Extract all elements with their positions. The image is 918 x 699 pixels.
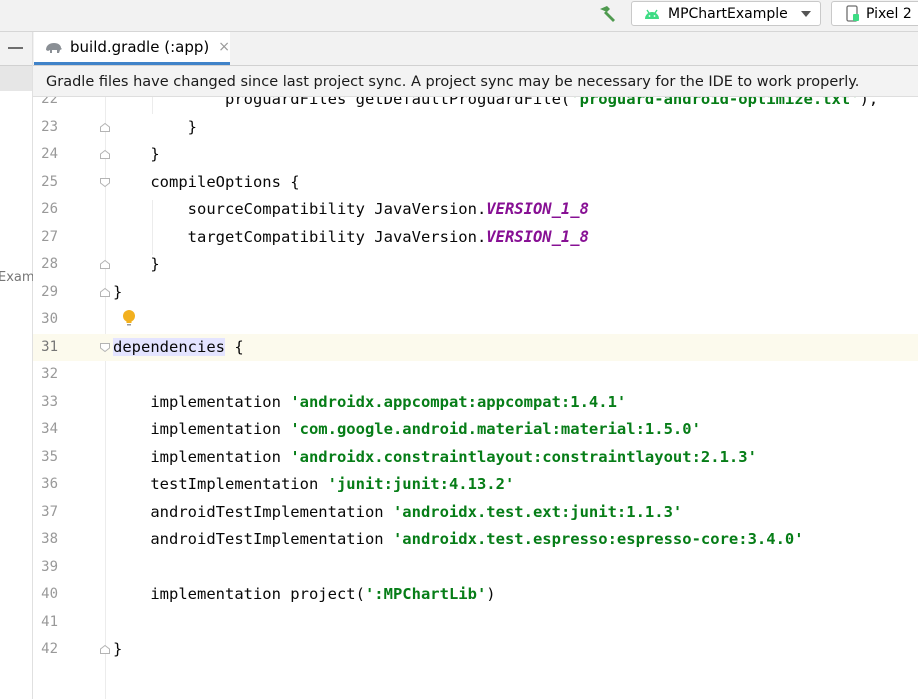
line-number: 30: [41, 311, 58, 327]
code-line[interactable]: 36 testImplementation 'junit:junit:4.13.…: [33, 471, 918, 499]
android-icon: [645, 9, 659, 19]
code-text[interactable]: proguardFiles getDefaultProguardFile('pr…: [113, 97, 878, 108]
code-line[interactable]: 24 }: [33, 141, 918, 169]
code-line[interactable]: 26 sourceCompatibility JavaVersion.VERSI…: [33, 196, 918, 224]
line-number: 37: [41, 503, 58, 520]
code-text[interactable]: implementation 'com.google.android.mater…: [113, 420, 701, 438]
main-toolbar: MPChartExample Pixel 2: [0, 0, 918, 32]
code-text[interactable]: }: [113, 640, 122, 658]
line-number: 27: [41, 228, 58, 245]
run-configuration-label: MPChartExample: [668, 5, 788, 22]
fold-end-icon[interactable]: [99, 259, 111, 270]
line-number: 24: [41, 146, 58, 162]
side-panel-label: Exam: [0, 270, 35, 285]
line-number: 23: [41, 118, 58, 135]
code-line[interactable]: 35 implementation 'androidx.constraintla…: [33, 444, 918, 472]
code-text[interactable]: }: [113, 283, 122, 301]
line-number: 40: [41, 586, 58, 602]
code-text[interactable]: compileOptions {: [113, 173, 299, 191]
fold-start-icon[interactable]: [99, 177, 111, 188]
line-number: 38: [41, 531, 58, 547]
code-line[interactable]: 34 implementation 'com.google.android.ma…: [33, 416, 918, 444]
code-line[interactable]: 31 dependencies {: [33, 333, 918, 361]
code-text[interactable]: }: [113, 145, 159, 163]
left-panel-selection: [0, 66, 32, 91]
line-number: 35: [41, 448, 58, 465]
tab-build-gradle[interactable]: build.gradle (:app) ×: [34, 32, 230, 65]
fold-start-icon[interactable]: [99, 342, 111, 353]
code-text[interactable]: androidTestImplementation 'androidx.test…: [113, 530, 803, 548]
line-number: 36: [41, 476, 58, 492]
line-number: 39: [41, 558, 58, 575]
fold-end-icon[interactable]: [99, 644, 111, 655]
code-line[interactable]: 25 compileOptions {: [33, 169, 918, 197]
code-line[interactable]: 22 proguardFiles getDefaultProguardFile(…: [33, 97, 918, 114]
code-text[interactable]: implementation 'androidx.appcompat:appco…: [113, 393, 626, 411]
code-editor[interactable]: 22 proguardFiles getDefaultProguardFile(…: [33, 97, 918, 699]
line-number: 25: [41, 173, 58, 190]
line-number: 41: [41, 613, 58, 630]
code-text[interactable]: targetCompatibility JavaVersion.VERSION_…: [113, 228, 589, 246]
code-line[interactable]: 37 androidTestImplementation 'androidx.t…: [33, 499, 918, 527]
notification-message: Gradle files have changed since last pro…: [46, 74, 860, 90]
code-line[interactable]: 33 implementation 'androidx.appcompat:ap…: [33, 389, 918, 417]
code-text[interactable]: sourceCompatibility JavaVersion.VERSION_…: [113, 200, 589, 218]
code-line[interactable]: 32: [33, 361, 918, 389]
indent-guide: [152, 97, 153, 114]
code-text[interactable]: }: [113, 118, 197, 136]
code-line[interactable]: 40 implementation project(':MPChartLib'): [33, 581, 918, 609]
minimize-icon[interactable]: [8, 47, 23, 49]
device-label: Pixel 2: [866, 5, 912, 22]
code-text[interactable]: }: [113, 255, 159, 273]
fold-end-icon[interactable]: [99, 287, 111, 298]
code-line[interactable]: 29}: [33, 279, 918, 307]
line-number: 29: [41, 283, 58, 300]
code-text[interactable]: implementation project(':MPChartLib'): [113, 585, 495, 603]
line-number: 32: [41, 366, 58, 382]
code-line[interactable]: 41: [33, 609, 918, 637]
device-selector[interactable]: Pixel 2: [831, 1, 918, 26]
code-text[interactable]: testImplementation 'junit:junit:4.13.2': [113, 475, 514, 493]
close-icon[interactable]: ×: [218, 39, 230, 55]
lightbulb-icon[interactable]: [122, 309, 136, 329]
gradle-sync-notification: Gradle files have changed since last pro…: [33, 66, 918, 97]
line-number: 33: [41, 393, 58, 410]
fold-end-icon[interactable]: [99, 122, 111, 133]
code-line[interactable]: 42}: [33, 636, 918, 664]
line-number: 42: [41, 641, 58, 657]
line-number: 28: [41, 256, 58, 272]
code-text[interactable]: androidTestImplementation 'androidx.test…: [113, 503, 682, 521]
code-line[interactable]: 28 }: [33, 251, 918, 279]
editor-tab-bar: build.gradle (:app) ×: [0, 32, 918, 66]
phone-icon: [846, 5, 859, 22]
tab-label: build.gradle (:app): [70, 38, 210, 56]
code-line[interactable]: 39: [33, 554, 918, 582]
run-configuration-selector[interactable]: MPChartExample: [631, 1, 821, 26]
line-number: 34: [41, 421, 58, 437]
code-text[interactable]: dependencies {: [113, 337, 244, 356]
code-line[interactable]: 38 androidTestImplementation 'androidx.t…: [33, 526, 918, 554]
code-line[interactable]: 30: [33, 306, 918, 334]
line-number: 26: [41, 201, 58, 217]
code-line[interactable]: 23 }: [33, 114, 918, 142]
line-number: 22: [41, 97, 58, 107]
fold-end-icon[interactable]: [99, 149, 111, 160]
code-line[interactable]: 27 targetCompatibility JavaVersion.VERSI…: [33, 224, 918, 252]
line-number: 31: [41, 338, 58, 355]
hammer-icon[interactable]: [596, 3, 618, 25]
chevron-down-icon: [801, 11, 811, 17]
code-text[interactable]: implementation 'androidx.constraintlayou…: [113, 448, 757, 466]
gradle-elephant-icon: [46, 43, 62, 53]
indent-guide: [152, 200, 153, 255]
